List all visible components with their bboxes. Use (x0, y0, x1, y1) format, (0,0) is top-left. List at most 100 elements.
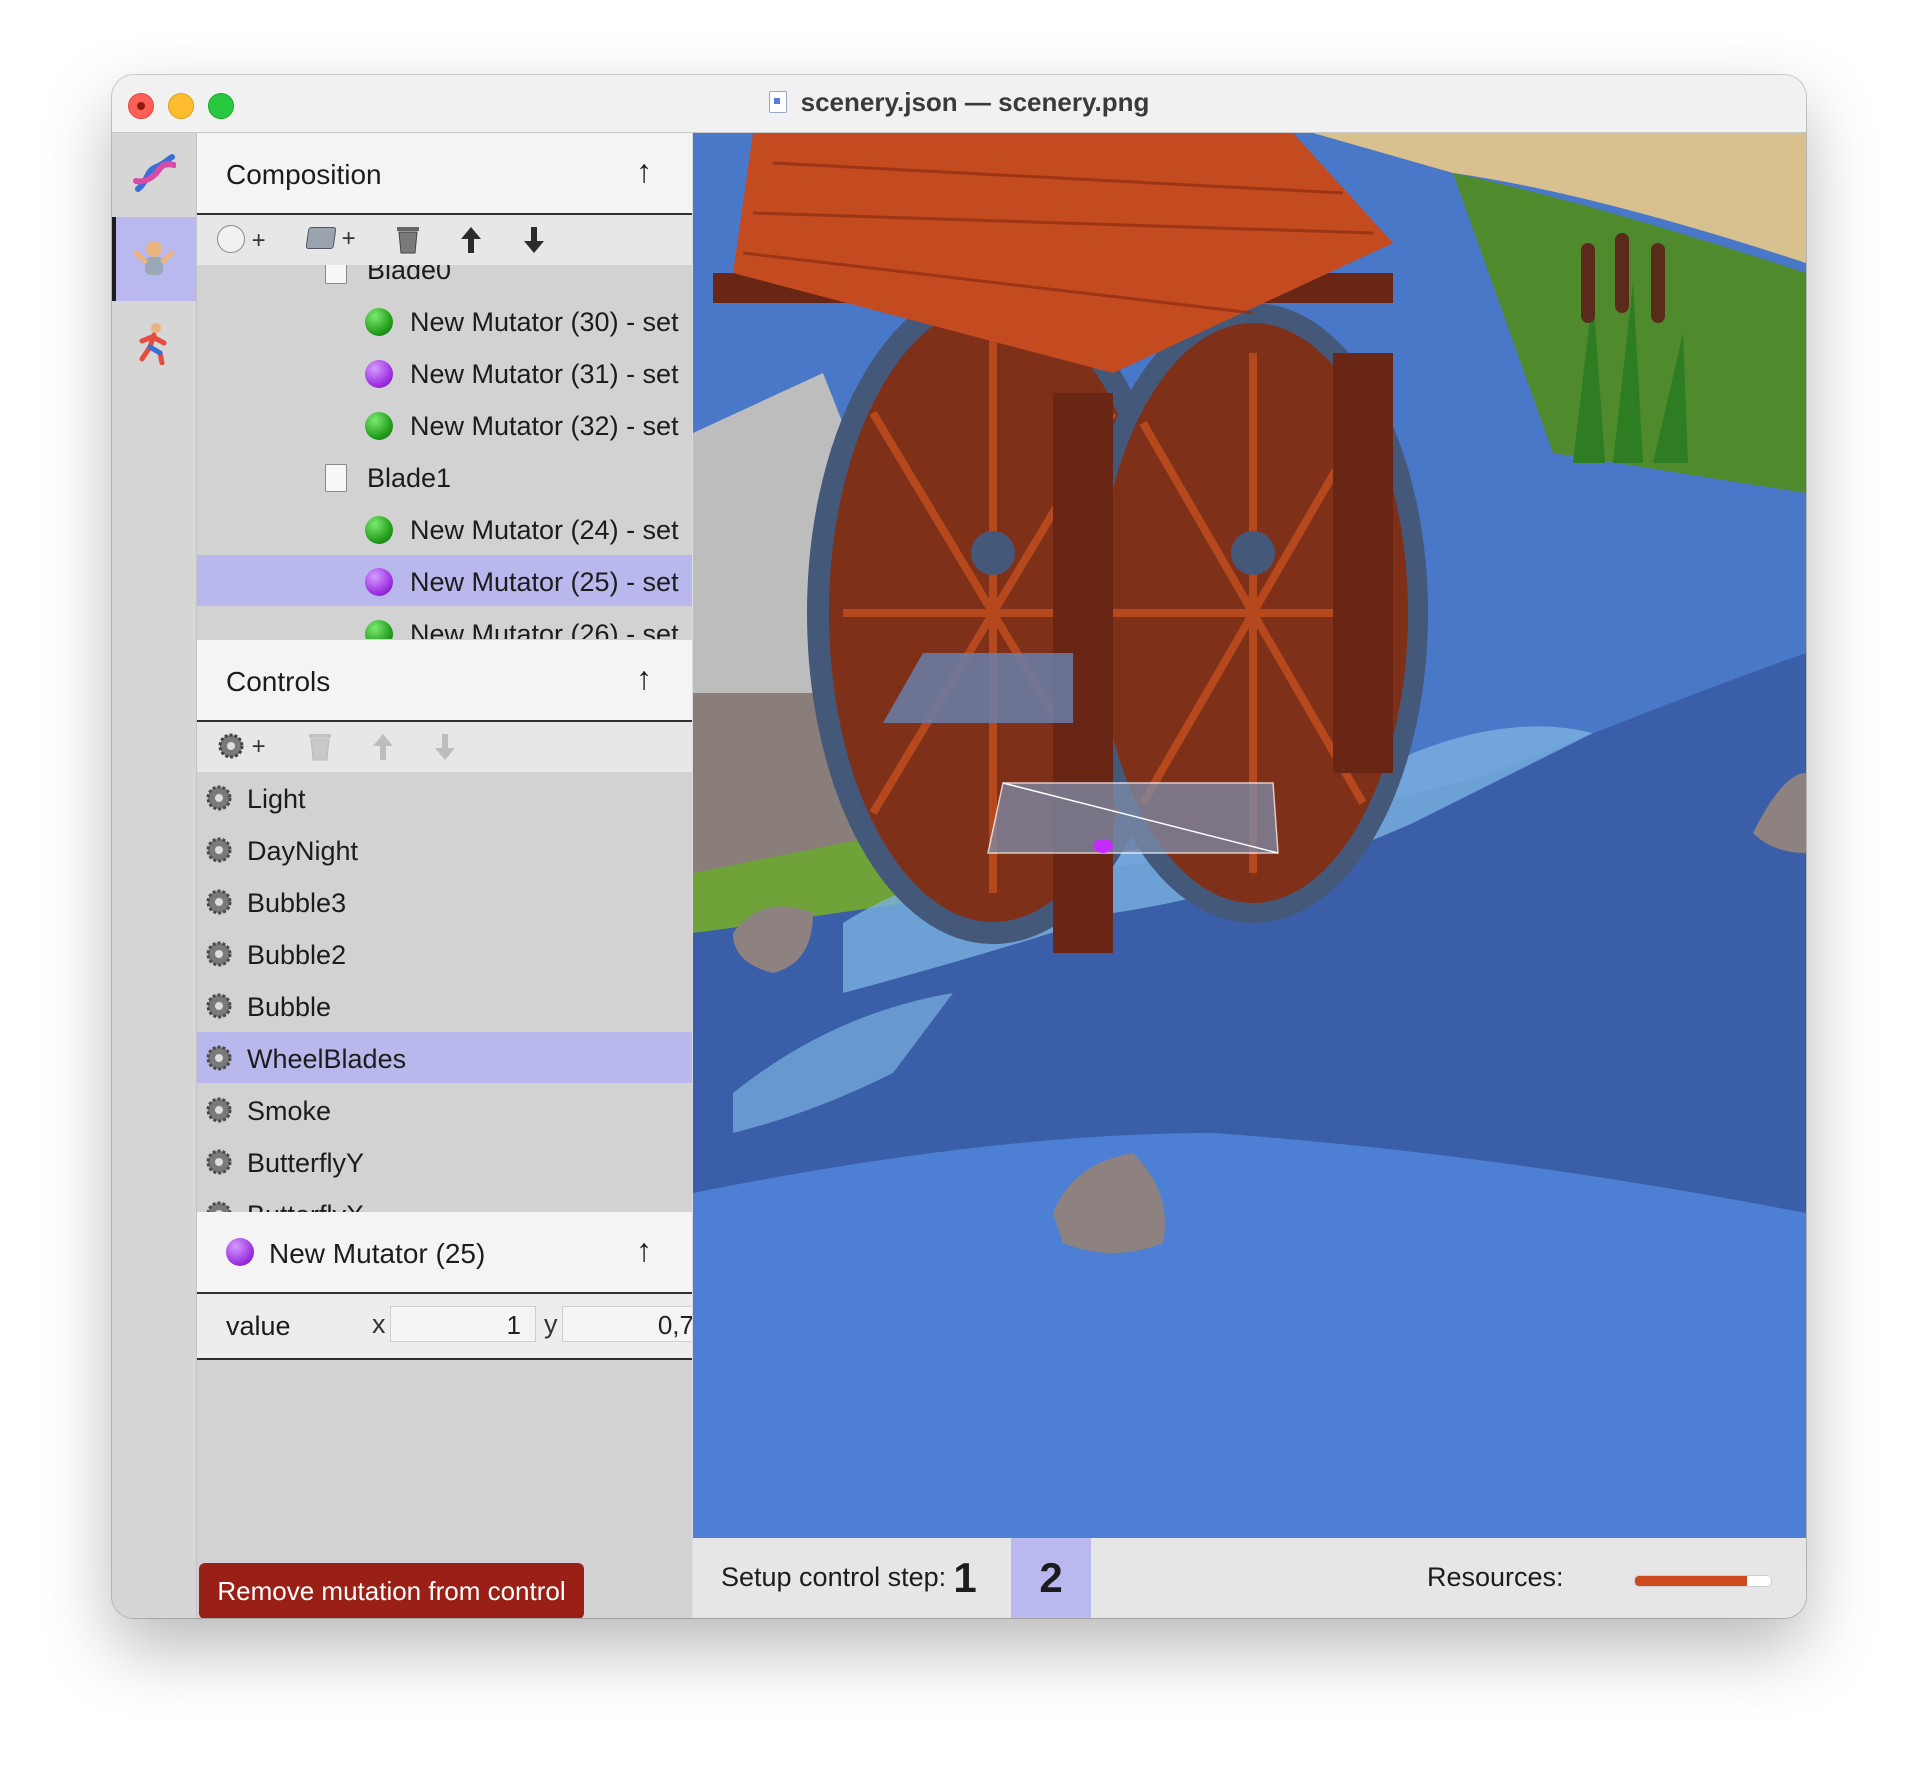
scenery-image (693, 133, 1806, 1538)
x-value-field[interactable]: 1 (390, 1306, 536, 1342)
controls-collapse-arrow[interactable]: ↑ (636, 660, 652, 697)
add-folder-plus: + (341, 225, 356, 252)
control-label: ButterflyY (247, 1148, 365, 1178)
control-row[interactable]: ButterflyX (197, 1188, 692, 1212)
composition-tree: Blade0 New Mutator (30) - set New Mutator … (197, 265, 692, 639)
control-row[interactable]: Bubble3 (197, 876, 692, 927)
tree-mutator-row[interactable]: New Mutator (24) - set (197, 503, 692, 554)
control-move-down-button[interactable] (433, 732, 457, 764)
remove-mutation-button[interactable]: Remove mutation from control (199, 1563, 584, 1618)
resources-bar-fill (1635, 1576, 1747, 1586)
controls-header[interactable]: Controls ↑ (197, 640, 692, 722)
control-row[interactable]: Smoke (197, 1084, 692, 1135)
window-title-container: scenery.json — scenery.png (112, 87, 1806, 118)
trash-icon (309, 734, 331, 761)
y-value-field[interactable]: 0,7 (562, 1306, 692, 1342)
tool-person[interactable] (112, 217, 196, 301)
add-mutator-button[interactable]: + (217, 225, 266, 257)
purple-dot-icon (365, 360, 393, 388)
mutator-header[interactable]: New Mutator (25) ↑ (197, 1212, 692, 1294)
tree-mutator-label: New Mutator (31) - set (410, 359, 679, 389)
control-label: DayNight (247, 836, 359, 866)
green-dot-icon (365, 516, 393, 544)
x-label: x (372, 1309, 386, 1339)
arrow-down-icon (435, 734, 455, 760)
tree-mutator-label: New Mutator (24) - set (410, 515, 679, 545)
composition-title: Composition (226, 159, 382, 190)
control-row[interactable]: WheelBlades (197, 1032, 692, 1083)
control-label: Bubble3 (247, 888, 347, 918)
mutator-value-row: value x 1 y 0,7 (197, 1294, 692, 1360)
step-2-button[interactable]: 2 (1011, 1538, 1091, 1618)
step-1-button[interactable]: 1 (925, 1538, 1005, 1618)
value-label: value (226, 1311, 291, 1341)
tree-folder-row[interactable]: Blade0 (197, 265, 692, 294)
folder-icon (305, 227, 337, 249)
circle-icon (217, 225, 245, 253)
y-label: y (544, 1309, 558, 1339)
arrow-up-icon (461, 227, 481, 253)
control-label: Smoke (247, 1096, 332, 1126)
add-folder-button[interactable]: + (305, 225, 356, 257)
setup-control-step-label: Setup control step: (721, 1562, 947, 1592)
green-dot-icon (365, 620, 393, 639)
tree-mutator-label: New Mutator (26) - set (410, 619, 679, 639)
scene-canvas[interactable] (693, 133, 1806, 1538)
control-row[interactable]: ButterflyY (197, 1136, 692, 1187)
controls-title: Controls (226, 666, 331, 697)
tree-folder-label: Blade1 (367, 463, 452, 493)
mutator-collapse-arrow[interactable]: ↑ (636, 1232, 652, 1269)
gear-icon (206, 1045, 232, 1071)
tool-runner[interactable] (112, 301, 196, 385)
tree-mutator-row[interactable]: New Mutator (26) - set (197, 607, 692, 639)
move-up-button[interactable] (459, 225, 483, 257)
window-title: scenery.json — scenery.png (800, 87, 1150, 117)
title-bar: scenery.json — scenery.png (112, 75, 1806, 133)
dna-icon (133, 154, 176, 192)
mutator-color-dot (226, 1238, 254, 1266)
control-row[interactable]: DayNight (197, 824, 692, 875)
tree-mutator-label: New Mutator (25) - set (410, 567, 679, 597)
control-label: ButterflyX (247, 1200, 364, 1212)
delete-button[interactable] (395, 225, 421, 257)
tree-mutator-row[interactable]: New Mutator (32) - set (197, 399, 692, 450)
tree-mutator-row[interactable]: New Mutator (30) - set (197, 295, 692, 346)
control-row[interactable]: Bubble2 (197, 928, 692, 979)
controls-list: Light DayNight Bubble3 Bubble2 Bubble WheelBl… (197, 772, 692, 1212)
person-shrug-icon (133, 241, 175, 275)
tree-mutator-row[interactable]: New Mutator (25) - set (197, 555, 692, 606)
arrow-down-icon (524, 227, 544, 253)
arrow-up-icon (373, 734, 393, 760)
composition-collapse-arrow[interactable]: ↑ (636, 153, 652, 190)
left-panel: Composition ↑ + + Blade0 New Mutator (30)… (197, 133, 692, 1618)
add-mutator-plus: + (251, 227, 266, 254)
gear-icon (218, 733, 244, 759)
delete-control-button[interactable] (307, 732, 333, 764)
tree-mutator-label: New Mutator (30) - set (410, 307, 679, 337)
add-control-button[interactable]: + (217, 732, 266, 764)
control-label: Light (247, 784, 306, 814)
composition-header[interactable]: Composition ↑ (197, 133, 692, 215)
gear-icon (206, 1149, 232, 1175)
control-row[interactable]: Bubble (197, 980, 692, 1031)
composition-toolbar: + + (197, 215, 692, 265)
controls-toolbar: + (197, 722, 692, 772)
control-label: WheelBlades (247, 1044, 407, 1074)
mutator-title: New Mutator (25) (269, 1238, 486, 1269)
app-window: scenery.json — scenery.png Composition ↑… (112, 75, 1806, 1618)
control-move-up-button[interactable] (371, 732, 395, 764)
move-down-button[interactable] (522, 225, 546, 257)
tree-mutator-row[interactable]: New Mutator (31) - set (197, 347, 692, 398)
gear-icon (206, 941, 232, 967)
green-dot-icon (365, 308, 393, 336)
gear-icon (206, 785, 232, 811)
document-icon (768, 91, 787, 113)
add-control-plus: + (251, 733, 266, 760)
gear-icon (206, 1097, 232, 1123)
tool-strip (112, 133, 197, 1618)
control-row[interactable]: Light (197, 772, 692, 823)
tree-mutator-label: New Mutator (32) - set (410, 411, 679, 441)
tree-folder-row[interactable]: Blade1 (197, 451, 692, 502)
tool-dna[interactable] (112, 133, 196, 217)
tree-folder-label: Blade0 (367, 265, 452, 285)
